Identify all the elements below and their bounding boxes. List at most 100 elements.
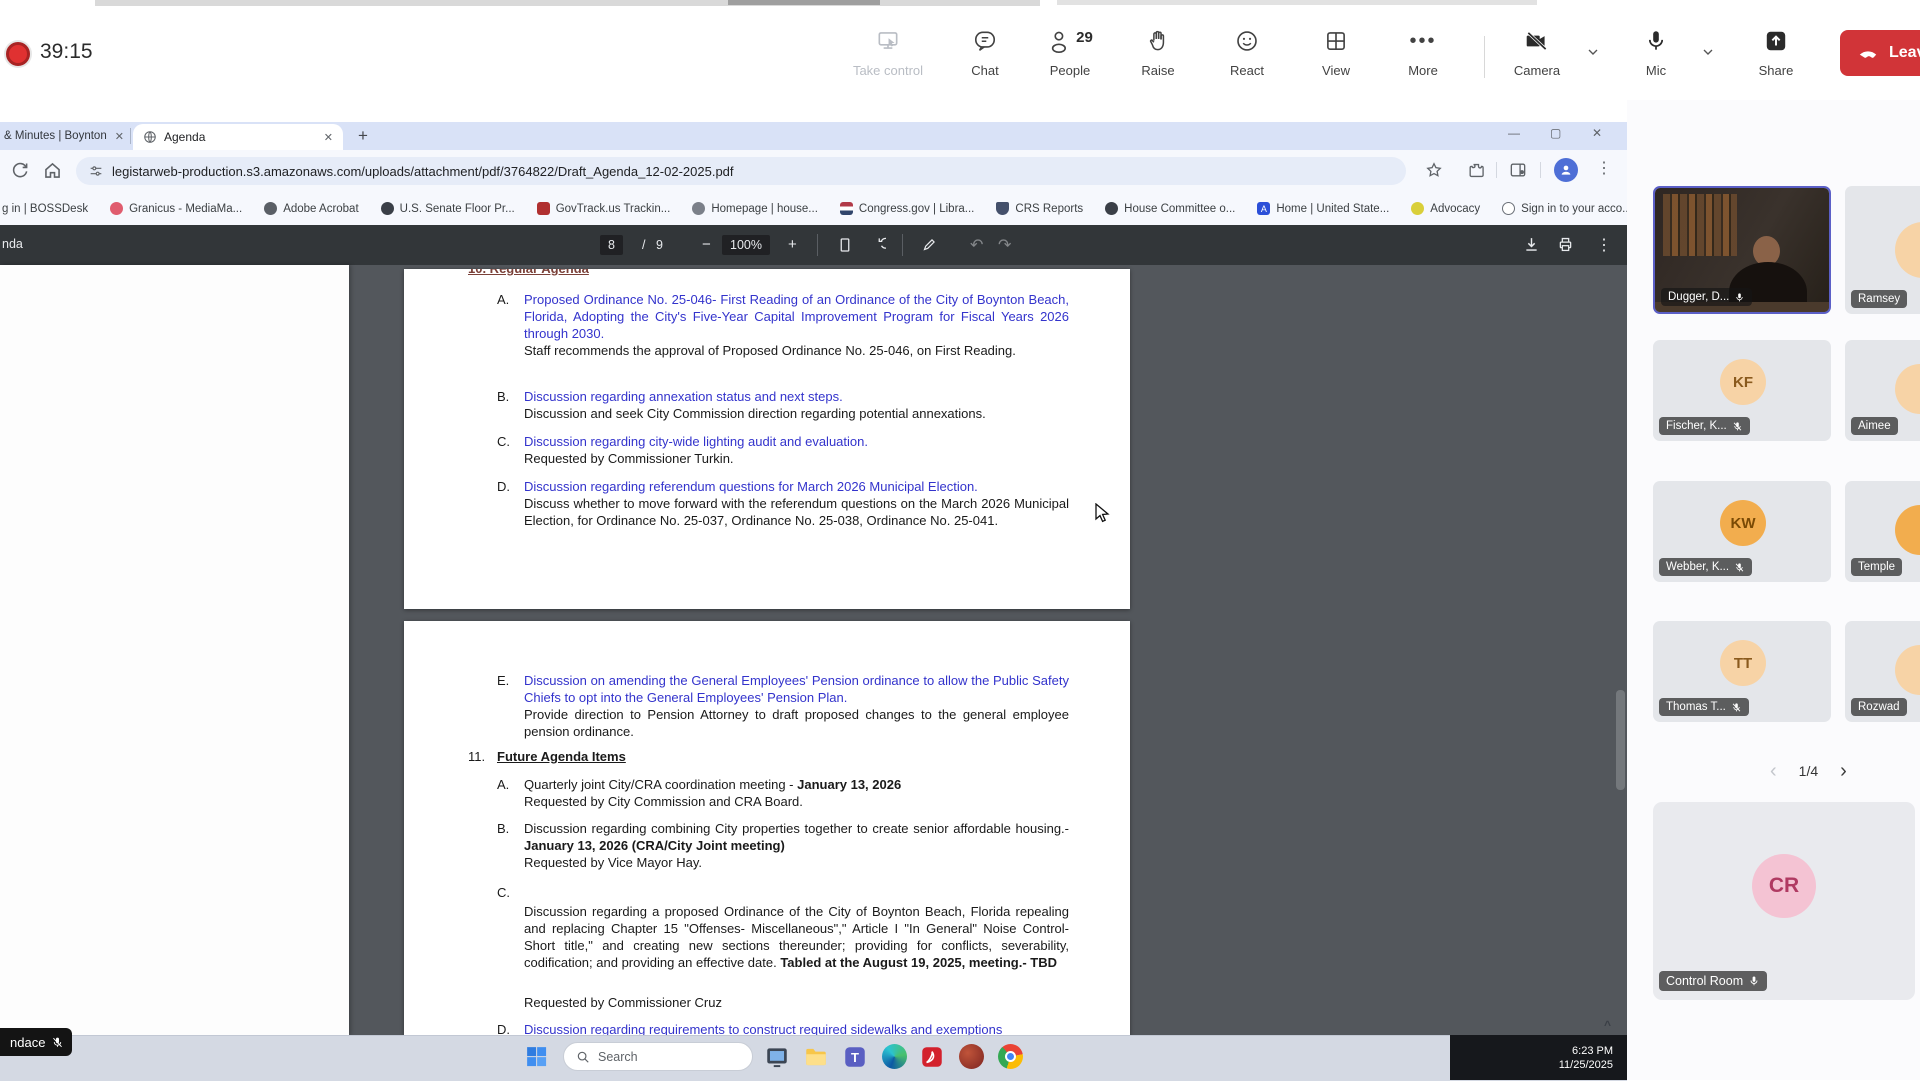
people-button[interactable]: 29 People [1022,28,1118,78]
participant-tile-webber[interactable]: KW Webber, K... [1653,481,1831,582]
react-button[interactable]: React [1199,28,1295,78]
background-window-edge [1057,0,1537,5]
windows-start-button[interactable] [524,1044,549,1069]
extensions-icon[interactable] [1466,160,1486,180]
side-panel-search-icon[interactable] [1508,160,1528,180]
window-close-button[interactable]: ✕ [1592,126,1602,140]
a-favicon: A [1257,202,1270,215]
globe-favicon [1502,202,1515,215]
participant-tile-dugger[interactable]: Dugger, D... [1653,186,1831,314]
bookmark-crs-reports[interactable]: CRS Reports [996,202,1083,215]
agenda-link[interactable]: Discussion on amending the General Emplo… [524,672,1069,706]
mic-options-chevron[interactable] [1700,44,1716,60]
file-explorer-icon[interactable] [803,1044,829,1070]
zoom-out-icon[interactable]: − [702,236,711,253]
bookmark-granicus[interactable]: Granicus - MediaMa... [110,202,242,215]
next-page-chevron[interactable]: › [1840,760,1847,783]
reload-icon[interactable] [10,160,31,181]
home-icon[interactable] [42,160,63,181]
participant-tile-fischer[interactable]: KF Fischer, K... [1653,340,1831,441]
close-tab-icon[interactable]: ✕ [115,130,124,143]
teams-icon[interactable]: T [842,1044,868,1070]
agenda-link[interactable]: Discussion regarding requirements to con… [524,1021,1069,1035]
new-tab-button[interactable]: + [358,126,368,146]
bookmark-sign-in[interactable]: Sign in to your acco... [1502,202,1627,215]
pdf-zoom-level[interactable]: 100% [722,235,770,255]
previous-page-chevron[interactable]: ‹ [1770,760,1777,783]
chat-icon [972,28,998,54]
browser-menu-kebab-icon[interactable]: ⋮ [1596,158,1612,178]
dark-red-app-icon[interactable] [959,1044,985,1070]
agenda-link[interactable]: Proposed Ordinance No. 25-046- First Rea… [524,291,1069,342]
fit-page-icon[interactable] [836,236,854,254]
participant-tile-rozwad[interactable]: Rozwad [1845,621,1920,722]
agenda-item-11c: Discussion regarding a proposed Ordinanc… [524,903,1069,971]
annotate-pen-icon[interactable] [920,236,938,254]
zoom-in-icon[interactable]: + [788,236,797,253]
bookmark-adobe-acrobat[interactable]: Adobe Acrobat [264,202,358,215]
undo-icon[interactable]: ↶ [970,235,983,255]
mic-muted-icon [51,1036,64,1049]
participant-tile-thomas[interactable]: TT Thomas T... [1653,621,1831,722]
print-icon[interactable] [1556,235,1575,254]
bookmark-united-states-home[interactable]: AHome | United State... [1257,202,1389,215]
agenda-link[interactable]: Discussion regarding city-wide lighting … [524,433,1069,450]
window-maximize-button[interactable]: ▢ [1550,126,1561,140]
bookmark-star-icon[interactable] [1424,160,1444,180]
system-tray-clock[interactable]: 6:23 PM 11/25/2025 [1450,1035,1627,1080]
people-icon [1047,28,1073,54]
raise-hand-button[interactable]: Raise [1110,28,1206,78]
crs-favicon [996,202,1009,215]
redo-icon[interactable]: ↷ [998,235,1011,255]
edge-icon[interactable] [882,1044,908,1070]
bookmark-govtrack[interactable]: GovTrack.us Trackin... [537,202,671,215]
close-tab-icon[interactable]: ✕ [324,131,333,144]
tab-agenda[interactable]: Agenda ✕ [133,124,343,150]
camera-button[interactable]: Camera [1489,28,1585,78]
download-icon[interactable] [1522,235,1541,254]
participant-tile-temple[interactable]: Temple [1845,481,1920,582]
bookmark-homepage-house[interactable]: Homepage | house... [692,202,818,215]
senate-favicon [381,202,394,215]
toolbar-divider [1496,162,1497,178]
profile-avatar[interactable] [1554,158,1578,182]
bookmark-house-committee[interactable]: House Committee o... [1105,202,1235,215]
url-bar[interactable]: legistarweb-production.s3.amazonaws.com/… [76,157,1406,185]
leave-button[interactable]: Leave [1840,30,1920,76]
site-info-icon[interactable] [88,163,104,179]
mic-button[interactable]: Mic [1608,28,1704,78]
participant-tile-ramsey[interactable]: Ramsey [1845,186,1920,314]
rotate-page-icon[interactable] [868,236,886,254]
section-11-heading: Future Agenda Items [497,748,626,765]
acrobat-icon[interactable] [919,1044,945,1070]
bookmark-advocacy[interactable]: Advocacy [1411,202,1480,215]
camera-options-chevron[interactable] [1585,44,1601,60]
recording-timer: 39:15 [40,40,93,64]
pdf-toolbar [0,225,1627,265]
bookmark-congress-gov[interactable]: Congress.gov | Libra... [840,202,975,215]
agenda-link[interactable]: Discussion regarding annexation status a… [524,388,1069,405]
agenda-item-11d: D. Discussion regarding requirements to … [524,1021,1069,1035]
participant-name-label: Aimee [1851,417,1898,435]
participant-tile-aimee[interactable]: Aimee [1845,340,1920,441]
chrome-icon[interactable] [998,1044,1024,1070]
view-button[interactable]: View [1288,28,1384,78]
share-button[interactable]: Share [1728,28,1824,78]
take-control-button[interactable]: Take control [840,28,936,78]
bookmark-us-senate[interactable]: U.S. Senate Floor Pr... [381,202,515,215]
toolbar-divider [1484,36,1485,78]
chat-button[interactable]: Chat [937,28,1033,78]
bookmark-bossdesk[interactable]: g in | BOSSDesk [2,203,88,215]
window-app-icon[interactable] [764,1044,790,1070]
pdf-menu-kebab-icon[interactable]: ⋮ [1596,235,1612,255]
pdf-page-number-input[interactable]: 8 [600,235,623,255]
taskbar-search-box[interactable]: Search [563,1042,753,1071]
hidden-icons-caret[interactable]: ^ [1604,1018,1611,1032]
tab-minutes-boynton[interactable]: & Minutes | Boynton ✕ [0,124,128,148]
participant-tile-control-room[interactable]: CR Control Room [1653,802,1915,1000]
window-minimize-button[interactable]: — [1508,126,1520,140]
agenda-link[interactable]: Discussion regarding referendum question… [524,478,1069,495]
mic-muted-icon [1732,421,1743,432]
pdf-scrollbar-thumb[interactable] [1616,690,1625,790]
more-button[interactable]: ••• More [1375,28,1471,78]
